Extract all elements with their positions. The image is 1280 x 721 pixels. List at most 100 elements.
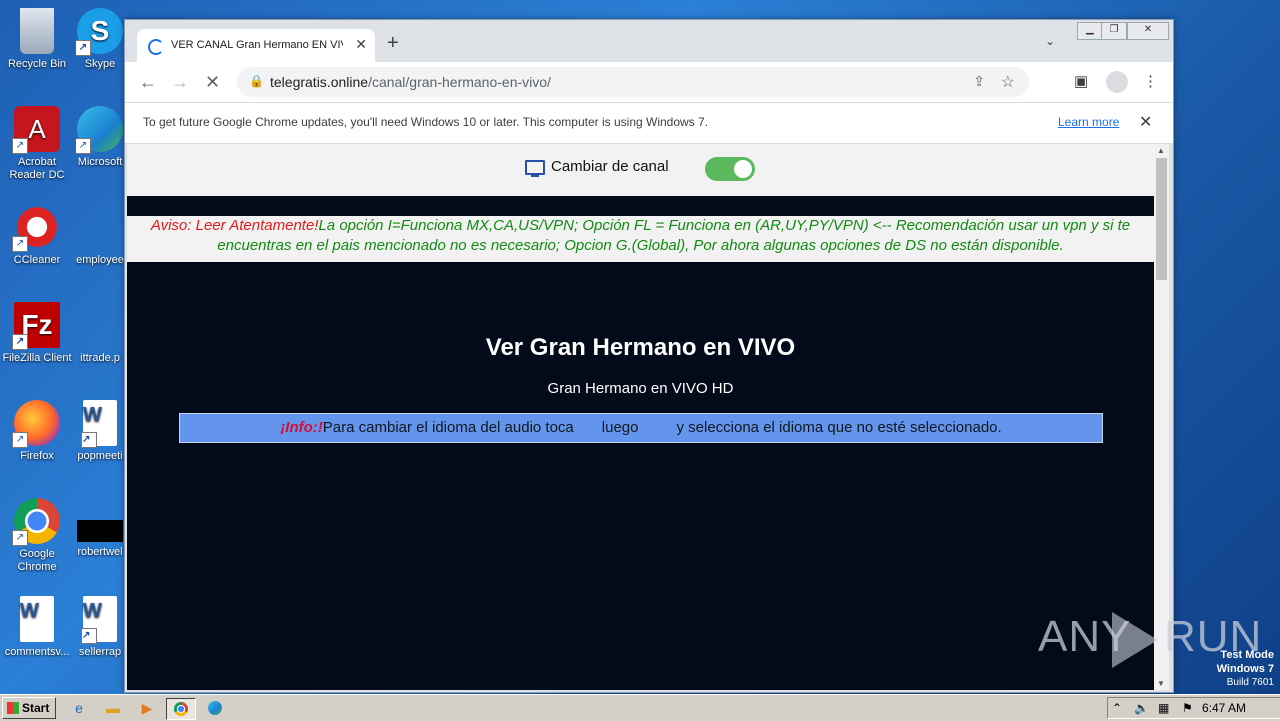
edge-icon bbox=[208, 701, 222, 715]
media-player-icon[interactable]: ▶ bbox=[136, 698, 158, 718]
infobar-message: To get future Google Chrome updates, you… bbox=[143, 115, 709, 129]
divider-strip bbox=[127, 196, 1154, 216]
desktop-icon-firefox[interactable]: ↗ Firefox bbox=[2, 400, 72, 463]
change-channel-label: Cambiar de canal bbox=[551, 158, 669, 175]
lock-icon[interactable]: 🔒 bbox=[249, 74, 264, 88]
desktop-icon-commentsv[interactable]: W commentsv... bbox=[2, 596, 72, 659]
desktop-icon-edge[interactable]: ↗ Microsoft bbox=[76, 106, 124, 169]
update-infobar: To get future Google Chrome updates, you… bbox=[125, 102, 1173, 144]
page-title: Ver Gran Hermano en VIVO bbox=[485, 334, 796, 361]
document-icon bbox=[77, 204, 123, 250]
new-tab-button[interactable]: + bbox=[387, 32, 399, 55]
ccleaner-icon: ↗ bbox=[12, 204, 60, 252]
tv-icon bbox=[525, 160, 545, 177]
desktop-icon-label: sellerrap bbox=[78, 646, 122, 658]
desktop-icon-skype[interactable]: S ↗ Skype bbox=[76, 8, 124, 71]
desktop-icon-ccleaner[interactable]: ↗ CCleaner bbox=[2, 204, 72, 267]
desktop-icon-label: FileZilla Client bbox=[2, 352, 72, 364]
scrollbar-thumb[interactable] bbox=[1156, 158, 1167, 280]
desktop-icon-ittrade[interactable]: ittrade.p bbox=[76, 302, 124, 365]
notice-text: La opción I=Funciona MX,CA,US/VPN; Opció… bbox=[217, 217, 1131, 254]
desktop-icon-acrobat[interactable]: A ↗ Acrobat Reader DC bbox=[2, 106, 72, 182]
os-label: Windows 7 bbox=[1216, 663, 1274, 675]
tab-strip: VER CANAL Gran Hermano EN VIVO ✕ + ⌄ ▁ ❐… bbox=[125, 20, 1173, 62]
scroll-up-icon[interactable]: ▲ bbox=[1157, 146, 1165, 155]
info-tag: ¡Info:! bbox=[280, 419, 323, 436]
firefox-icon: ↗ bbox=[12, 400, 60, 448]
url-text: telegratis.online/canal/gran-hermano-en-… bbox=[270, 74, 551, 90]
url-path: /canal/gran-hermano-en-vivo/ bbox=[368, 74, 551, 90]
test-mode-notice: Test Mode Windows 7 Build 7601 bbox=[1217, 648, 1274, 690]
menu-kebab-icon[interactable]: ⋮ bbox=[1143, 72, 1158, 90]
info-text-1: Para cambiar el idioma del audio toca bbox=[322, 419, 574, 436]
chrome-icon bbox=[174, 702, 188, 716]
address-bar[interactable]: 🔒 telegratis.online/canal/gran-hermano-e… bbox=[237, 67, 1029, 97]
toggle-knob bbox=[734, 160, 752, 178]
channel-bar: Cambiar de canal bbox=[127, 144, 1154, 196]
browser-toolbar: ← → ✕ 🔒 telegratis.online/canal/gran-her… bbox=[125, 62, 1173, 102]
desktop-icon-label: commentsv... bbox=[4, 646, 70, 658]
desktop-icon-label: robertwel bbox=[77, 546, 123, 558]
tray-expand-icon[interactable]: ⌃ bbox=[1112, 701, 1122, 715]
tab-active[interactable]: VER CANAL Gran Hermano EN VIVO ✕ bbox=[137, 29, 375, 62]
desktop-icon-label: CCleaner bbox=[13, 254, 61, 266]
document-icon bbox=[77, 302, 123, 348]
tab-search-chevron-icon[interactable]: ⌄ bbox=[1045, 34, 1055, 48]
bookmark-star-icon[interactable]: ☆ bbox=[1001, 72, 1015, 92]
desktop-icon-sellerrap[interactable]: W ↗ sellerrap bbox=[76, 596, 124, 659]
anyrun-play-icon bbox=[1112, 612, 1158, 668]
close-window-button[interactable]: ✕ bbox=[1127, 22, 1169, 40]
info-text-3: y selecciona el idioma que no esté selec… bbox=[676, 419, 1002, 436]
chrome-taskbar-icon[interactable] bbox=[166, 698, 196, 720]
browser-window: VER CANAL Gran Hermano EN VIVO ✕ + ⌄ ▁ ❐… bbox=[124, 19, 1174, 693]
recycle-bin-icon bbox=[20, 8, 54, 54]
filezilla-icon: Fz ↗ bbox=[12, 302, 60, 350]
desktop-icon-popmeeti[interactable]: W ↗ popmeeti bbox=[76, 400, 124, 463]
minimize-button[interactable]: ▁ bbox=[1077, 22, 1103, 40]
infobar-close-icon[interactable]: ✕ bbox=[1139, 112, 1152, 132]
notice-banner: Aviso: Leer Atentamente!La opción I=Func… bbox=[127, 216, 1154, 262]
file-icon bbox=[77, 520, 123, 542]
edge-taskbar-icon[interactable] bbox=[204, 698, 226, 718]
start-button[interactable]: Start bbox=[2, 697, 56, 719]
stop-loading-icon[interactable]: ✕ bbox=[205, 72, 220, 93]
desktop-icon-label: Google Chrome bbox=[17, 548, 57, 573]
clock[interactable]: 6:47 AM bbox=[1202, 701, 1246, 715]
profile-avatar-icon[interactable] bbox=[1106, 71, 1128, 93]
action-center-icon[interactable]: ⚑ bbox=[1182, 701, 1193, 715]
taskbar: Start e ▬ ▶ ⌃ 🔈 ▦ ⚑ 6:47 AM bbox=[0, 694, 1280, 721]
channel-toggle[interactable] bbox=[705, 157, 755, 181]
loading-spinner-icon bbox=[148, 39, 164, 55]
desktop-icon-label: Firefox bbox=[20, 450, 54, 462]
file-explorer-icon[interactable]: ▬ bbox=[102, 698, 124, 718]
internet-explorer-icon[interactable]: e bbox=[68, 698, 90, 718]
back-icon[interactable]: ← bbox=[139, 72, 157, 93]
share-icon[interactable]: ⇪ bbox=[973, 73, 985, 90]
word-document-icon: W ↗ bbox=[81, 596, 117, 644]
volume-icon[interactable]: 🔈 bbox=[1134, 701, 1149, 715]
desktop-icon-filezilla[interactable]: Fz ↗ FileZilla Client bbox=[2, 302, 72, 365]
desktop-icon-recycle-bin[interactable]: Recycle Bin bbox=[2, 8, 72, 71]
forward-icon[interactable]: → bbox=[171, 72, 189, 93]
network-icon[interactable]: ▦ bbox=[1158, 701, 1169, 715]
desktop-icon-label: Recycle Bin bbox=[7, 58, 67, 70]
system-tray: ⌃ 🔈 ▦ ⚑ 6:47 AM bbox=[1107, 697, 1280, 719]
page-scrollbar[interactable]: ▲ ▼ bbox=[1154, 144, 1169, 690]
info-box: ¡Info:!Para cambiar el idioma del audio … bbox=[179, 413, 1103, 443]
scroll-down-icon[interactable]: ▼ bbox=[1157, 679, 1165, 688]
desktop-icon-label: popmeeti bbox=[77, 450, 123, 462]
desktop-icon-label: Acrobat Reader DC bbox=[9, 156, 65, 181]
build-label: Build 7601 bbox=[1226, 677, 1274, 688]
maximize-button[interactable]: ❐ bbox=[1101, 22, 1127, 40]
desktop-icon-employee[interactable]: employee bbox=[76, 204, 124, 267]
test-mode-label: Test Mode bbox=[1220, 649, 1274, 661]
tab-close-icon[interactable]: ✕ bbox=[355, 36, 367, 53]
desktop-icon-chrome[interactable]: ↗ Google Chrome bbox=[2, 498, 72, 574]
word-document-icon: W bbox=[20, 596, 54, 642]
desktop-icon-label: employee bbox=[76, 254, 124, 266]
desktop-icon-robertwel[interactable]: robertwel bbox=[76, 498, 124, 559]
side-panel-icon[interactable]: ▣ bbox=[1074, 72, 1088, 90]
desktop-icon-label: Skype bbox=[84, 58, 116, 70]
desktop-icon-label: ittrade.p bbox=[80, 352, 120, 364]
learn-more-link[interactable]: Learn more bbox=[1058, 115, 1119, 129]
